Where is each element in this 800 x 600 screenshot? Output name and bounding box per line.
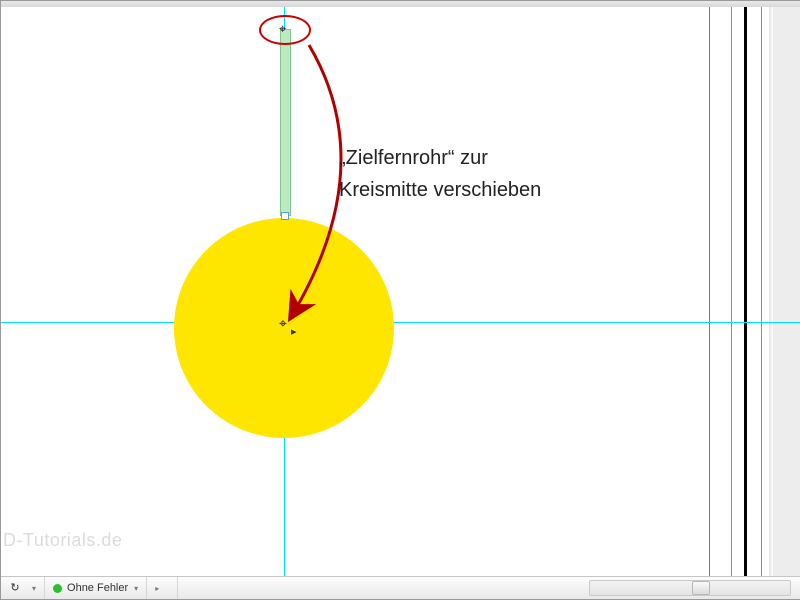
page-edge-black: [744, 7, 747, 577]
selection-handle-bottom[interactable]: [281, 212, 289, 220]
status-bar: ↻ ▾ Ohne Fehler ▾ ▸: [1, 576, 800, 599]
pasteboard: [773, 7, 800, 577]
document-canvas[interactable]: ⌖ ⌖ ▸ „Zielfernrohr“ zur Kreismitte vers…: [1, 7, 800, 577]
annotation-text: „Zielfernrohr“ zur Kreismitte verschiebe…: [339, 142, 541, 206]
scrollbar-thumb[interactable]: [692, 581, 710, 595]
preflight-status[interactable]: Ohne Fehler ▾: [45, 577, 147, 599]
watermark: D-Tutorials.de: [3, 530, 122, 551]
refresh-button[interactable]: ↻ ▾: [1, 577, 45, 599]
guide-line-purple: [709, 7, 710, 577]
refresh-icon: ↻: [9, 582, 21, 594]
statusbar-menu-button[interactable]: ▸: [147, 577, 178, 599]
horizontal-scrollbar[interactable]: [589, 580, 791, 596]
chevron-right-icon: ▸: [155, 584, 159, 593]
guide-horizontal[interactable]: [1, 322, 800, 323]
preflight-label: Ohne Fehler: [67, 582, 128, 594]
annotation-arrow: [1, 7, 800, 577]
circle-shape[interactable]: [174, 218, 394, 438]
guide-line-brown-2: [761, 7, 762, 577]
app-frame: ⌖ ⌖ ▸ „Zielfernrohr“ zur Kreismitte vers…: [0, 0, 800, 600]
chevron-down-icon: ▾: [134, 584, 138, 593]
status-dot-ok-icon: [53, 584, 62, 593]
annotation-text-line1: „Zielfernrohr“ zur: [339, 142, 541, 174]
annotation-text-line2: Kreismitte verschieben: [339, 174, 541, 206]
annotation-ellipse: [259, 15, 311, 45]
guide-line-brown-1: [731, 7, 732, 577]
chevron-down-icon: ▾: [32, 584, 36, 593]
selected-rectangle[interactable]: [280, 29, 291, 216]
